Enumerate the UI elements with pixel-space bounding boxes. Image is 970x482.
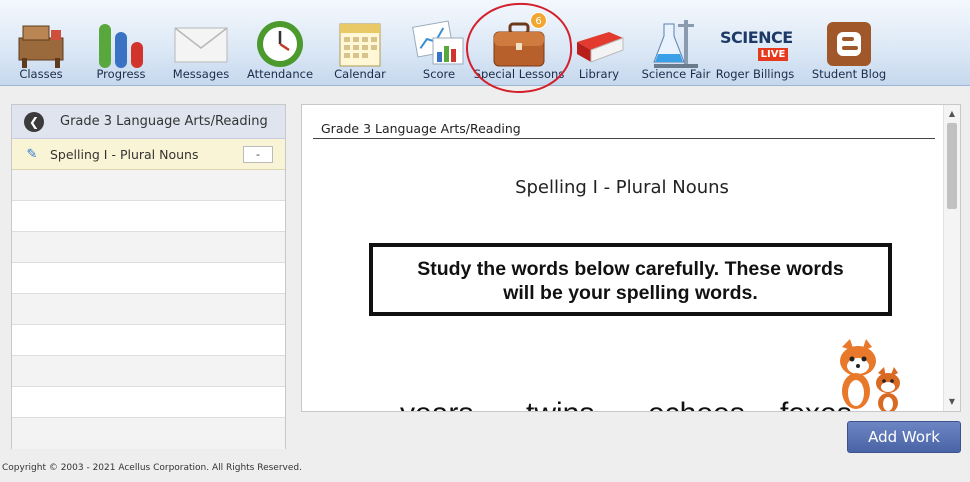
empty-row xyxy=(12,201,285,232)
lesson-content-panel: Grade 3 Language Arts/Reading Spelling I… xyxy=(301,104,961,412)
lesson-list-panel: ❮ Grade 3 Language Arts/Reading ✎ Spelli… xyxy=(11,104,286,449)
top-toolbar: Classes Progress Messages Attendance Cal… xyxy=(0,0,970,97)
calendar-icon xyxy=(339,23,381,67)
fox-mascot-image xyxy=(840,339,900,411)
toolbar-special-lessons[interactable]: 6 Special Lessons xyxy=(474,10,564,84)
collapse-button[interactable]: - xyxy=(243,146,273,163)
empty-row xyxy=(12,325,285,356)
book-icon xyxy=(577,32,624,63)
lesson-item-label: Spelling I - Plural Nouns xyxy=(50,146,199,162)
copyright-text: Copyright © 2003 - 2021 Acellus Corporat… xyxy=(2,463,302,473)
notification-badge: 6 xyxy=(530,12,547,29)
instruction-line: will be your spelling words. xyxy=(503,282,758,304)
progress-bars-icon xyxy=(99,24,143,68)
toolbar-roger-billings[interactable]: SCIENCE LIVE Roger Billings xyxy=(715,10,795,84)
score-chart-icon xyxy=(412,20,464,65)
instruction-line: Study the words below carefully. These w… xyxy=(417,258,844,280)
lesson-title: Spelling I - Plural Nouns xyxy=(515,177,729,198)
spelling-word: twins xyxy=(526,397,594,411)
toolbar-science-fair[interactable]: Science Fair xyxy=(636,10,716,84)
toolbar-attendance[interactable]: Attendance xyxy=(240,10,320,84)
empty-row xyxy=(12,232,285,263)
desk-icon xyxy=(18,25,64,68)
science-logo-text: SCIENCE xyxy=(720,28,793,47)
pencil-icon: ✎ xyxy=(26,146,38,162)
content-scrollbar[interactable]: ▲ ▼ xyxy=(943,105,960,411)
empty-row xyxy=(12,418,285,449)
lab-flask-icon xyxy=(653,20,698,68)
chevron-left-icon[interactable]: ❮ xyxy=(24,111,44,132)
divider xyxy=(313,138,935,139)
toolbar-label: Student Blog xyxy=(811,67,887,81)
science-live-icon: SCIENCE LIVE xyxy=(720,18,793,70)
scroll-down-arrow-icon[interactable]: ▼ xyxy=(944,395,960,409)
live-logo-text: LIVE xyxy=(758,48,788,61)
course-title: Grade 3 Language Arts/Reading xyxy=(60,114,268,129)
toolbar-student-blog[interactable]: Student Blog xyxy=(809,10,889,84)
toolbar-calendar[interactable]: Calendar xyxy=(320,10,400,84)
scroll-up-arrow-icon[interactable]: ▲ xyxy=(944,107,960,121)
toolbar-label: Roger Billings xyxy=(715,67,795,81)
clock-icon xyxy=(257,21,303,67)
empty-row xyxy=(12,387,285,418)
empty-row xyxy=(12,170,285,201)
add-work-button[interactable]: Add Work xyxy=(847,421,961,453)
instruction-box: Study the words below carefully. These w… xyxy=(369,243,892,316)
blog-icon xyxy=(827,22,871,66)
spelling-word: years xyxy=(400,397,473,411)
spelling-word: echoes xyxy=(648,397,745,411)
empty-row xyxy=(12,356,285,387)
envelope-icon xyxy=(174,27,228,63)
toolbar-score[interactable]: Score xyxy=(399,10,479,84)
toolbar-messages[interactable]: Messages xyxy=(161,10,241,84)
content-course-title: Grade 3 Language Arts/Reading xyxy=(321,121,521,136)
empty-row xyxy=(12,294,285,325)
course-header: ❮ Grade 3 Language Arts/Reading xyxy=(12,105,285,139)
empty-row xyxy=(12,263,285,294)
toolbar-progress[interactable]: Progress xyxy=(81,10,161,84)
scroll-thumb[interactable] xyxy=(947,123,957,209)
toolbar-classes[interactable]: Classes xyxy=(1,10,81,84)
lesson-item[interactable]: ✎ Spelling I - Plural Nouns - xyxy=(12,139,285,170)
